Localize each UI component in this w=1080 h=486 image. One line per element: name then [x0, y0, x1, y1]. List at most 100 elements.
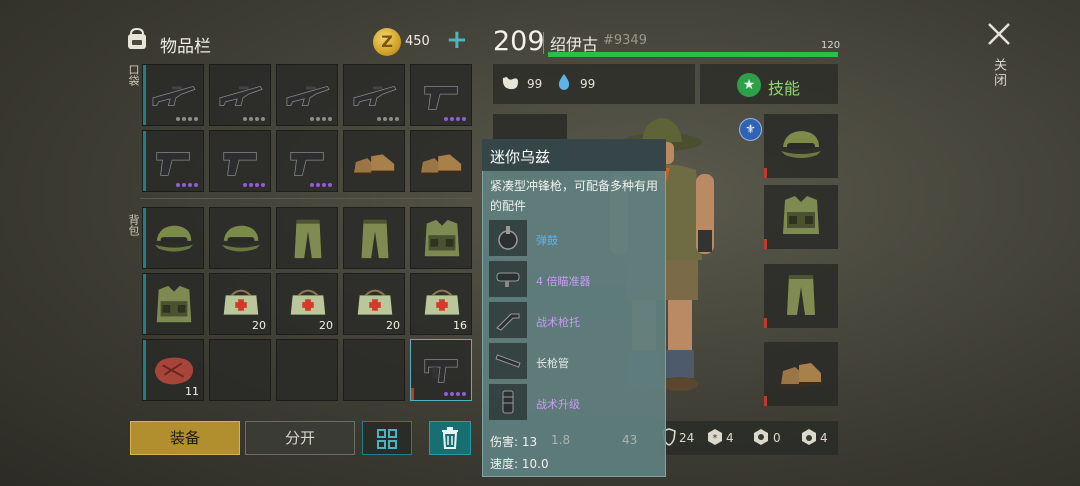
empty-slot[interactable]	[343, 339, 405, 401]
inventory-slot[interactable]	[410, 207, 472, 269]
stock-icon	[496, 313, 520, 331]
inventory-slot[interactable]	[343, 130, 405, 192]
inventory-slot[interactable]	[209, 130, 271, 192]
drum-magazine-icon	[498, 226, 518, 250]
inventory-slot[interactable]: 20	[276, 273, 338, 335]
coin-amount: 450	[405, 34, 430, 49]
camo-pants-icon	[294, 219, 322, 259]
rarity-dots	[310, 183, 332, 187]
tooltip-description: 紧凑型冲锋枪，可配备多种有用的配件	[490, 179, 659, 213]
attachment-slot	[489, 220, 527, 256]
trash-icon	[442, 427, 458, 449]
camo-vest-icon	[156, 285, 192, 323]
rarity-dot	[176, 183, 180, 187]
empty-slot[interactable]	[209, 339, 271, 401]
inventory-slot[interactable]: 20	[343, 273, 405, 335]
hp-value: 120	[821, 40, 841, 51]
rarity-dot	[462, 117, 466, 121]
camo-pants-icon	[361, 219, 389, 259]
inventory-slot[interactable]	[410, 130, 472, 192]
inventory-slot[interactable]: 11	[142, 339, 204, 401]
close-icon[interactable]	[985, 20, 1013, 48]
add-coins-button[interactable]: +	[446, 26, 468, 54]
inventory-slot[interactable]	[276, 130, 338, 192]
rarity-dots	[310, 117, 332, 121]
item-count: 11	[185, 385, 199, 398]
head-equip-slot[interactable]	[764, 114, 838, 178]
inventory-slot[interactable]	[343, 64, 405, 126]
rarity-dot	[450, 117, 454, 121]
attachment-slot	[489, 302, 527, 338]
pistol-icon	[223, 152, 257, 176]
close-label[interactable]: 关闭	[989, 58, 1008, 88]
assault-rifle-icon	[152, 85, 196, 106]
rarity-dots	[243, 117, 265, 121]
cold-resist-icon: *	[708, 429, 722, 445]
backpack-icon	[128, 27, 146, 49]
rarity-dot	[444, 392, 448, 396]
inventory-slot[interactable]	[142, 273, 204, 335]
level-separator	[543, 32, 544, 54]
attachment-slot	[489, 261, 527, 297]
equip-button[interactable]: 装备	[130, 421, 240, 455]
inventory-slot[interactable]	[209, 207, 271, 269]
inventory-slot[interactable]: 20	[209, 273, 271, 335]
camo-cap-icon	[781, 131, 821, 158]
attachment-name: 战术枪托	[536, 316, 580, 329]
player-level: 209	[493, 26, 545, 57]
rarity-dot	[194, 183, 198, 187]
sort-grid-button[interactable]	[362, 421, 412, 455]
spread-stat: 43	[622, 433, 638, 447]
rarity-dot	[316, 117, 320, 121]
inventory-slot[interactable]	[410, 339, 472, 401]
rarity-dot	[389, 117, 393, 121]
fleur-de-lis-icon[interactable]: ⚜	[739, 118, 762, 141]
trash-button[interactable]	[429, 421, 471, 455]
barrel-icon	[495, 354, 521, 368]
inventory-slot[interactable]	[142, 130, 204, 192]
empty-slot[interactable]	[276, 339, 338, 401]
rarity-dot	[249, 183, 253, 187]
rarity-dots	[444, 392, 466, 396]
inventory-slot[interactable]	[209, 64, 271, 126]
inventory-slot[interactable]	[276, 207, 338, 269]
rarity-dot	[310, 117, 314, 121]
rarity-dot	[249, 117, 253, 121]
attachment-slot	[489, 343, 527, 379]
inventory-slot[interactable]	[276, 64, 338, 126]
legs-equip-slot[interactable]	[764, 264, 838, 328]
item-count: 20	[319, 319, 333, 332]
attachment-name: 长枪管	[536, 357, 569, 370]
water-drop-icon	[558, 74, 570, 90]
rarity-dot	[310, 183, 314, 187]
rarity-dot	[322, 183, 326, 187]
feet-equip-slot[interactable]	[764, 342, 838, 406]
item-count: 20	[386, 319, 400, 332]
rarity-dot	[383, 117, 387, 121]
rarity-dot	[462, 392, 466, 396]
rarity-dot	[328, 117, 332, 121]
boots-icon	[420, 154, 462, 176]
attachment-slot	[489, 384, 527, 420]
skills-label: 技能	[768, 79, 801, 98]
rarity-dots	[176, 117, 198, 121]
rarity-dots	[377, 117, 399, 121]
rarity-dots	[243, 183, 265, 187]
assault-rifle-icon	[353, 85, 397, 106]
attachment-name: 弹鼓	[536, 234, 558, 247]
attachment-name: 战术升级	[536, 398, 580, 411]
camo-cap-icon	[221, 225, 261, 252]
inventory-slot[interactable]	[343, 207, 405, 269]
camo-pants-icon	[787, 275, 815, 315]
inventory-slot[interactable]: 16	[410, 273, 472, 335]
durability-bar	[411, 388, 414, 400]
inventory-slot[interactable]	[142, 64, 204, 126]
attachment-name: 4 倍瞄准器	[536, 275, 591, 288]
torso-equip-slot[interactable]	[764, 185, 838, 249]
star-icon: ★	[737, 73, 761, 97]
split-button[interactable]: 分开	[245, 421, 355, 455]
inventory-slot[interactable]	[410, 64, 472, 126]
boots-icon	[781, 363, 821, 387]
grid-icon	[377, 429, 397, 449]
inventory-slot[interactable]	[142, 207, 204, 269]
